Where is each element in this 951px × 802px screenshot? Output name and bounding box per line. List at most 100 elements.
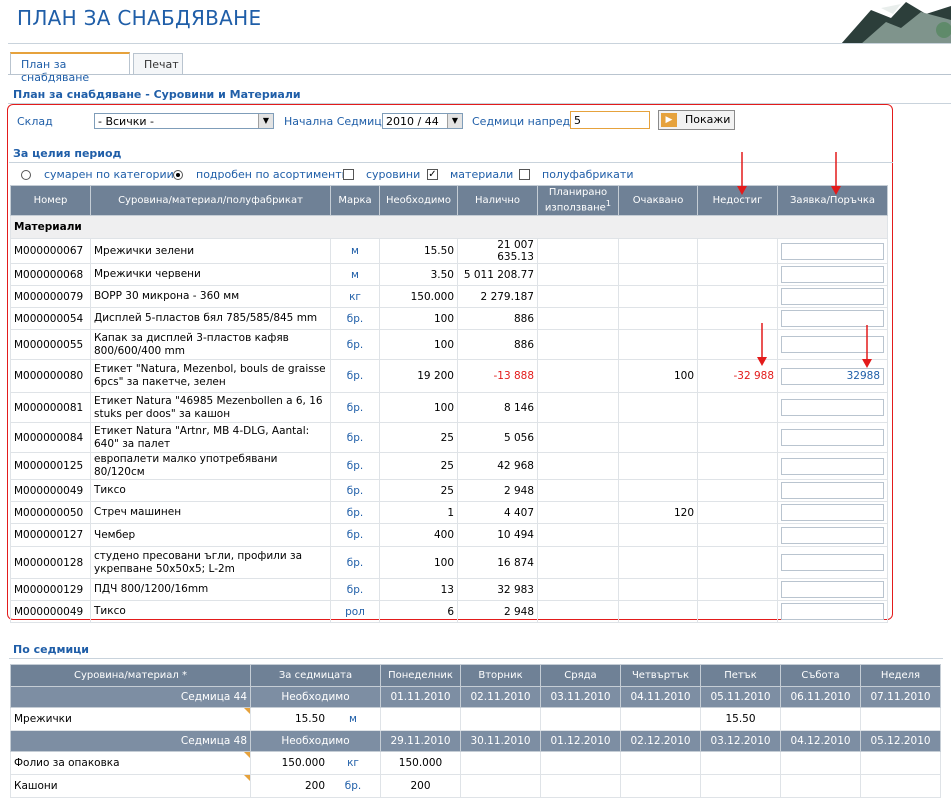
- day-date: 06.11.2010: [780, 686, 861, 708]
- day-date: 29.11.2010: [380, 730, 461, 752]
- planned-value: [537, 600, 619, 623]
- order-cell: [777, 263, 888, 286]
- weekly-header-wed: Сряда: [540, 664, 621, 687]
- summary-radio[interactable]: [21, 170, 31, 180]
- order-input[interactable]: [781, 526, 884, 544]
- weekly-day-value: [860, 707, 941, 731]
- weekly-item-qty: 15.50: [294, 713, 325, 725]
- weekly-item-unit[interactable]: м: [329, 713, 377, 725]
- warehouse-select[interactable]: - Всички - ▼: [94, 113, 274, 129]
- planned-value: [537, 329, 619, 360]
- material-name: ПДЧ 800/1200/16mm: [90, 578, 331, 601]
- order-input[interactable]: [781, 482, 884, 499]
- unit-link[interactable]: бр.: [330, 578, 380, 601]
- order-input[interactable]: [781, 554, 884, 571]
- title-divider: [8, 43, 951, 44]
- material-number: M000000068: [10, 263, 91, 286]
- warehouse-label: Склад: [17, 115, 53, 128]
- order-input[interactable]: [781, 581, 884, 598]
- unit-link[interactable]: бр.: [330, 501, 380, 524]
- weekly-item-unit[interactable]: бр.: [329, 780, 377, 792]
- show-button[interactable]: ▶ Покажи: [658, 110, 735, 130]
- unit-link[interactable]: бр.: [330, 359, 380, 393]
- needed-value: 25: [379, 479, 458, 502]
- table-row: M000000049 Тиксо рол 6 2 948: [10, 600, 888, 623]
- material-number: M000000050: [10, 501, 91, 524]
- raw-checkbox[interactable]: [343, 169, 354, 180]
- col-header-available: Налично: [457, 185, 538, 216]
- expected-value: 120: [618, 501, 698, 524]
- table-row: M000000067 Мрежички зелени м 15.50 21 007 63…: [10, 238, 888, 264]
- period-divider: [9, 162, 893, 163]
- material-name: Мрежички червени: [90, 263, 331, 286]
- material-number: M000000128: [10, 546, 91, 579]
- order-input[interactable]: [781, 288, 884, 305]
- unit-link[interactable]: бр.: [330, 479, 380, 502]
- order-input[interactable]: [781, 266, 884, 283]
- material-number: M000000081: [10, 392, 91, 423]
- unit-link[interactable]: бр.: [330, 452, 380, 480]
- material-name: Тиксо: [90, 600, 331, 623]
- material-name: Етикет "Natura, Mezenbol, bouls de grais…: [90, 359, 331, 393]
- material-number: M000000080: [10, 359, 91, 393]
- weekly-header-fri: Петък: [700, 664, 781, 687]
- needed-value: 100: [379, 546, 458, 579]
- material-number: M000000129: [10, 578, 91, 601]
- weekly-item-unit[interactable]: кг: [329, 757, 377, 769]
- order-input[interactable]: 32988: [781, 367, 884, 385]
- material-number: M000000049: [10, 600, 91, 623]
- weekly-day-value: [540, 774, 621, 798]
- expected-value: [618, 479, 698, 502]
- available-value: 886: [457, 329, 538, 360]
- weekly-day-value: 150.000: [380, 751, 461, 775]
- material-number: M000000055: [10, 329, 91, 360]
- needed-value: 19 200: [379, 359, 458, 393]
- available-value: 2 279.187: [457, 285, 538, 308]
- day-date: 04.11.2010: [620, 686, 701, 708]
- planned-value: [537, 479, 619, 502]
- weekly-day-value: [780, 774, 861, 798]
- material-number: M000000067: [10, 238, 91, 264]
- unit-link[interactable]: м: [330, 238, 380, 264]
- unit-link[interactable]: бр.: [330, 392, 380, 423]
- expected-value: [618, 263, 698, 286]
- shortage-value: [697, 263, 778, 286]
- tab-print[interactable]: Печат: [133, 53, 183, 75]
- order-cell: [777, 578, 888, 601]
- planned-value: [537, 307, 619, 330]
- unit-link[interactable]: бр.: [330, 307, 380, 330]
- material-number: M000000079: [10, 285, 91, 308]
- materials-checkbox[interactable]: ✓: [427, 169, 438, 180]
- detailed-radio[interactable]: [173, 170, 183, 180]
- week-need-label: Необходимо: [250, 730, 381, 752]
- expected-value: [618, 392, 698, 423]
- weekly-day-value: [460, 751, 541, 775]
- tab-supply-plan[interactable]: План за снабдяване: [10, 52, 130, 84]
- expected-value: [618, 600, 698, 623]
- order-input[interactable]: [781, 242, 884, 260]
- week-header-row: Седмица 44 Необходимо 01.11.2010 02.11.2010…: [10, 686, 941, 708]
- section-title-materials: План за снабдяване - Суровини и Материал…: [13, 88, 301, 101]
- material-name: Дисплей 5-пластов бял 785/585/845 mm: [90, 307, 331, 330]
- order-input[interactable]: [781, 603, 884, 620]
- unit-link[interactable]: бр.: [330, 546, 380, 579]
- unit-link[interactable]: бр.: [330, 523, 380, 547]
- unit-link[interactable]: рол: [330, 600, 380, 623]
- material-name: студено пресовани ъгли, профили за укреп…: [90, 546, 331, 579]
- day-date: 01.11.2010: [380, 686, 461, 708]
- table-row: M000000050 Стреч машинен бр. 1 4 407 120: [10, 501, 888, 524]
- unit-link[interactable]: бр.: [330, 329, 380, 360]
- order-input[interactable]: [781, 457, 884, 475]
- unit-link[interactable]: м: [330, 263, 380, 286]
- shortage-value: [697, 452, 778, 480]
- order-input[interactable]: [781, 399, 884, 416]
- start-week-select[interactable]: 2010 / 44 ▼: [382, 113, 463, 129]
- order-input[interactable]: [781, 504, 884, 521]
- col-header-material: Суровина/материал/полуфабрикат: [90, 185, 331, 216]
- order-input[interactable]: [781, 429, 884, 446]
- unit-link[interactable]: кг: [330, 285, 380, 308]
- weeks-ahead-input[interactable]: 5: [570, 111, 650, 129]
- semi-checkbox[interactable]: [519, 169, 530, 180]
- category-label: Материали: [10, 215, 888, 239]
- unit-link[interactable]: бр.: [330, 422, 380, 453]
